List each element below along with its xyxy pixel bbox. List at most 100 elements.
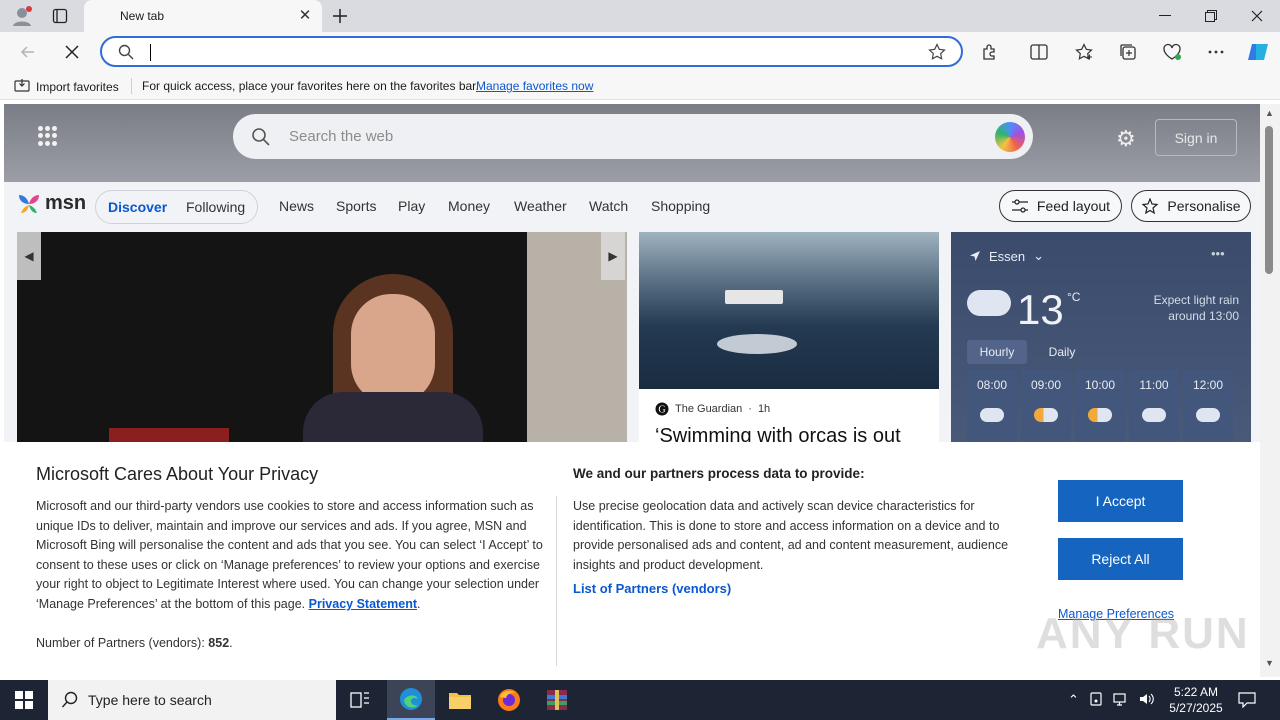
file-explorer-icon[interactable] bbox=[436, 680, 484, 720]
winrar-icon[interactable] bbox=[533, 680, 581, 720]
nav-play[interactable]: Play bbox=[398, 198, 425, 214]
feed-layout-label: Feed layout bbox=[1036, 198, 1111, 214]
volume-icon[interactable] bbox=[1139, 692, 1155, 709]
task-view-icon[interactable] bbox=[336, 680, 384, 720]
more-menu-icon[interactable] bbox=[1200, 36, 1232, 68]
hour-forecast[interactable]: 11:00 bbox=[1129, 370, 1179, 442]
scroll-down-icon[interactable]: ▼ bbox=[1265, 658, 1274, 668]
cloud-icon bbox=[967, 290, 1011, 316]
hero-carousel[interactable] bbox=[17, 232, 627, 452]
import-favorites-label: Import favorites bbox=[36, 79, 119, 94]
feed-layout-button[interactable]: Feed layout bbox=[999, 190, 1122, 222]
notification-icon[interactable] bbox=[1232, 688, 1262, 712]
carousel-prev-icon[interactable]: ◀ bbox=[17, 232, 41, 280]
weather-temperature: 13 bbox=[1017, 286, 1064, 333]
msn-search-box[interactable]: Search the web bbox=[233, 114, 1033, 159]
restore-icon[interactable] bbox=[1188, 0, 1234, 32]
manage-favorites-link[interactable]: Manage favorites now bbox=[476, 79, 593, 93]
nav-money[interactable]: Money bbox=[448, 198, 490, 214]
profile-icon[interactable] bbox=[4, 4, 40, 28]
browser-essentials-icon[interactable] bbox=[1156, 36, 1188, 68]
news-card-image bbox=[639, 232, 939, 389]
sign-in-button[interactable]: Sign in bbox=[1155, 119, 1237, 156]
weather-location[interactable]: Essen ⌄ bbox=[969, 248, 1044, 264]
partners-count: Number of Partners (vendors): 852. bbox=[36, 636, 233, 650]
privacy-statement-link[interactable]: Privacy Statement bbox=[309, 597, 417, 611]
network-icon[interactable] bbox=[1113, 692, 1129, 709]
chevron-down-icon: ⌄ bbox=[1033, 248, 1045, 263]
import-icon bbox=[14, 78, 30, 95]
favorite-star-icon[interactable] bbox=[928, 43, 946, 66]
import-favorites-button[interactable]: Import favorites bbox=[14, 78, 119, 95]
accept-button[interactable]: I Accept bbox=[1058, 480, 1183, 522]
page-scrollbar[interactable]: ▲ ▼ bbox=[1260, 104, 1280, 677]
tab-new-tab[interactable]: New tab ✕ bbox=[84, 0, 322, 32]
news-age: 1h bbox=[757, 403, 771, 415]
search-icon bbox=[251, 127, 271, 152]
news-source-name: The Guardian bbox=[675, 403, 743, 415]
cloud-icon bbox=[1142, 408, 1166, 422]
favorites-bar: Import favorites For quick access, place… bbox=[0, 72, 1280, 100]
privacy-body-2: Use precise geolocation data and activel… bbox=[573, 499, 1009, 572]
favorites-icon[interactable] bbox=[1068, 36, 1100, 68]
close-window-icon[interactable] bbox=[1234, 0, 1280, 32]
tab-actions-icon[interactable] bbox=[42, 4, 78, 28]
msn-nav: msn Discover Following News Sports Play … bbox=[4, 182, 1260, 232]
anyrun-watermark: ANY RUN bbox=[1036, 609, 1250, 658]
tab-discover[interactable]: Discover bbox=[108, 199, 167, 215]
tab-hourly[interactable]: Hourly bbox=[967, 340, 1027, 364]
hour-forecast[interactable]: 09:00 bbox=[1021, 370, 1071, 442]
nav-watch[interactable]: Watch bbox=[589, 198, 628, 214]
nav-shopping[interactable]: Shopping bbox=[651, 198, 710, 214]
taskbar-clock[interactable]: 5:22 AM 5/27/2025 bbox=[1164, 684, 1228, 716]
taskbar-search[interactable]: Type here to search bbox=[48, 680, 336, 720]
apps-grid-icon[interactable] bbox=[38, 126, 58, 146]
collections-icon[interactable] bbox=[1112, 36, 1144, 68]
split-screen-icon[interactable] bbox=[1023, 36, 1055, 68]
more-options-icon[interactable]: ••• bbox=[1211, 246, 1225, 261]
tab-daily[interactable]: Daily bbox=[1037, 340, 1087, 364]
taskbar: Type here to search ⌃ 5:22 AM 5/27/2025 bbox=[0, 680, 1280, 720]
personalise-button[interactable]: Personalise bbox=[1131, 190, 1251, 222]
feed-switcher: Discover Following bbox=[95, 190, 258, 224]
extensions-icon[interactable] bbox=[974, 36, 1006, 68]
minimize-icon[interactable] bbox=[1142, 0, 1188, 32]
svg-text:G: G bbox=[658, 405, 665, 416]
tab-following[interactable]: Following bbox=[186, 199, 245, 215]
back-icon[interactable] bbox=[12, 36, 44, 68]
windows-start-icon[interactable] bbox=[0, 680, 48, 720]
close-tab-icon[interactable]: ✕ bbox=[296, 7, 314, 25]
hour-forecast[interactable]: 08:00 bbox=[967, 370, 1017, 442]
hour-forecast[interactable]: 12:00 bbox=[1183, 370, 1233, 442]
favbar-divider bbox=[131, 78, 132, 94]
nav-sports[interactable]: Sports bbox=[336, 198, 376, 214]
msn-logo[interactable]: msn bbox=[17, 192, 86, 215]
personalise-icon bbox=[1141, 198, 1159, 214]
privacy-divider bbox=[556, 496, 557, 666]
copilot-icon[interactable] bbox=[1242, 36, 1274, 68]
new-tab-icon[interactable] bbox=[322, 4, 358, 28]
carousel-next-icon[interactable]: ▶ bbox=[601, 232, 625, 280]
edge-taskbar-icon[interactable] bbox=[387, 680, 435, 720]
nav-weather[interactable]: Weather bbox=[514, 198, 567, 214]
scrollbar-thumb[interactable] bbox=[1265, 126, 1273, 274]
hour-forecast[interactable]: 10:00 bbox=[1075, 370, 1125, 442]
stop-loading-icon[interactable] bbox=[56, 36, 88, 68]
device-icon[interactable] bbox=[1089, 691, 1103, 709]
nav-news[interactable]: News bbox=[279, 198, 314, 214]
weather-forecast[interactable]: Expect light rain around 13:00 bbox=[1127, 292, 1239, 324]
news-card[interactable]: G The Guardian · 1h ‘Swimming with orcas… bbox=[639, 232, 939, 452]
chevron-up-icon[interactable]: ⌃ bbox=[1068, 692, 1079, 708]
sliders-icon bbox=[1011, 199, 1028, 213]
privacy-body: Microsoft and our third-party vendors us… bbox=[36, 499, 543, 611]
clock-time: 5:22 AM bbox=[1173, 685, 1219, 699]
taskbar-search-placeholder: Type here to search bbox=[88, 692, 212, 708]
copilot-search-icon[interactable] bbox=[995, 122, 1025, 152]
settings-gear-icon[interactable]: ⚙ bbox=[1116, 126, 1136, 152]
weather-tabs: Hourly Daily bbox=[967, 340, 1097, 364]
reject-all-button[interactable]: Reject All bbox=[1058, 538, 1183, 580]
scroll-up-icon[interactable]: ▲ bbox=[1265, 108, 1274, 118]
list-of-partners-link[interactable]: List of Partners (vendors) bbox=[573, 581, 731, 596]
address-bar[interactable] bbox=[100, 36, 963, 67]
firefox-icon[interactable] bbox=[485, 680, 533, 720]
